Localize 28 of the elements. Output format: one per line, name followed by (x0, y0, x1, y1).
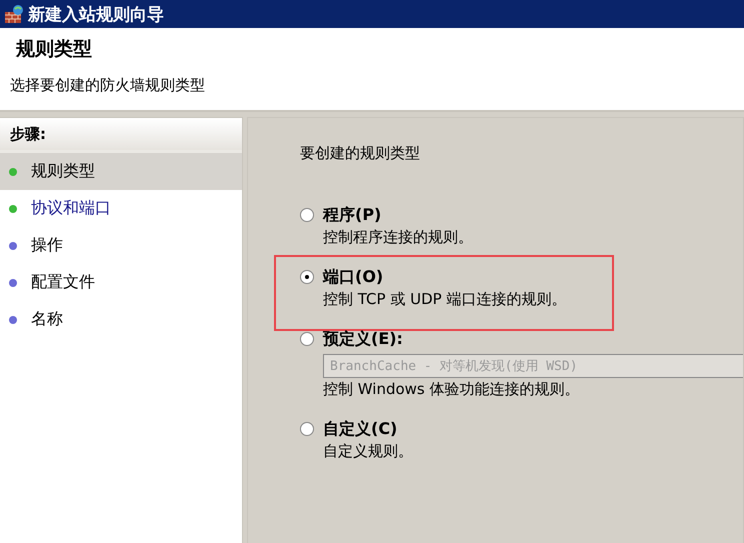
option-description: 控制 Windows 体验功能连接的规则。 (323, 380, 580, 399)
radio-button[interactable] (300, 422, 314, 436)
firewall-icon (4, 4, 24, 24)
option-description: 控制 TCP 或 UDP 端口连接的规则。 (323, 290, 566, 309)
step-label: 规则类型 (31, 161, 95, 182)
window-title: 新建入站规则向导 (28, 4, 164, 26)
step-item[interactable]: 操作 (0, 227, 242, 264)
option-label[interactable]: 程序(P) (323, 205, 473, 226)
steps-heading: 步骤: (0, 118, 242, 153)
option-label[interactable]: 端口(O) (323, 267, 566, 288)
option-label[interactable]: 预定义(E): (323, 329, 743, 350)
option-label[interactable]: 自定义(C) (323, 419, 413, 440)
radio-button[interactable] (300, 208, 314, 222)
radio-button[interactable] (300, 270, 314, 284)
prompt-text: 要创建的规则类型 (300, 144, 421, 163)
page-subtitle: 选择要创建的防火墙规则类型 (10, 76, 206, 95)
step-label: 名称 (31, 309, 63, 330)
option-description: 自定义规则。 (323, 442, 413, 461)
step-item[interactable]: 配置文件 (0, 264, 242, 301)
step-label: 协议和端口 (31, 198, 111, 219)
step-item[interactable]: 规则类型 (0, 153, 242, 190)
step-item[interactable]: 协议和端口 (0, 190, 242, 227)
option-description: 控制程序连接的规则。 (323, 228, 473, 247)
radio-button[interactable] (300, 332, 314, 346)
page-title: 规则类型 (16, 37, 93, 62)
step-label: 配置文件 (31, 272, 95, 293)
step-item[interactable]: 名称 (0, 301, 242, 338)
step-label: 操作 (31, 235, 63, 256)
